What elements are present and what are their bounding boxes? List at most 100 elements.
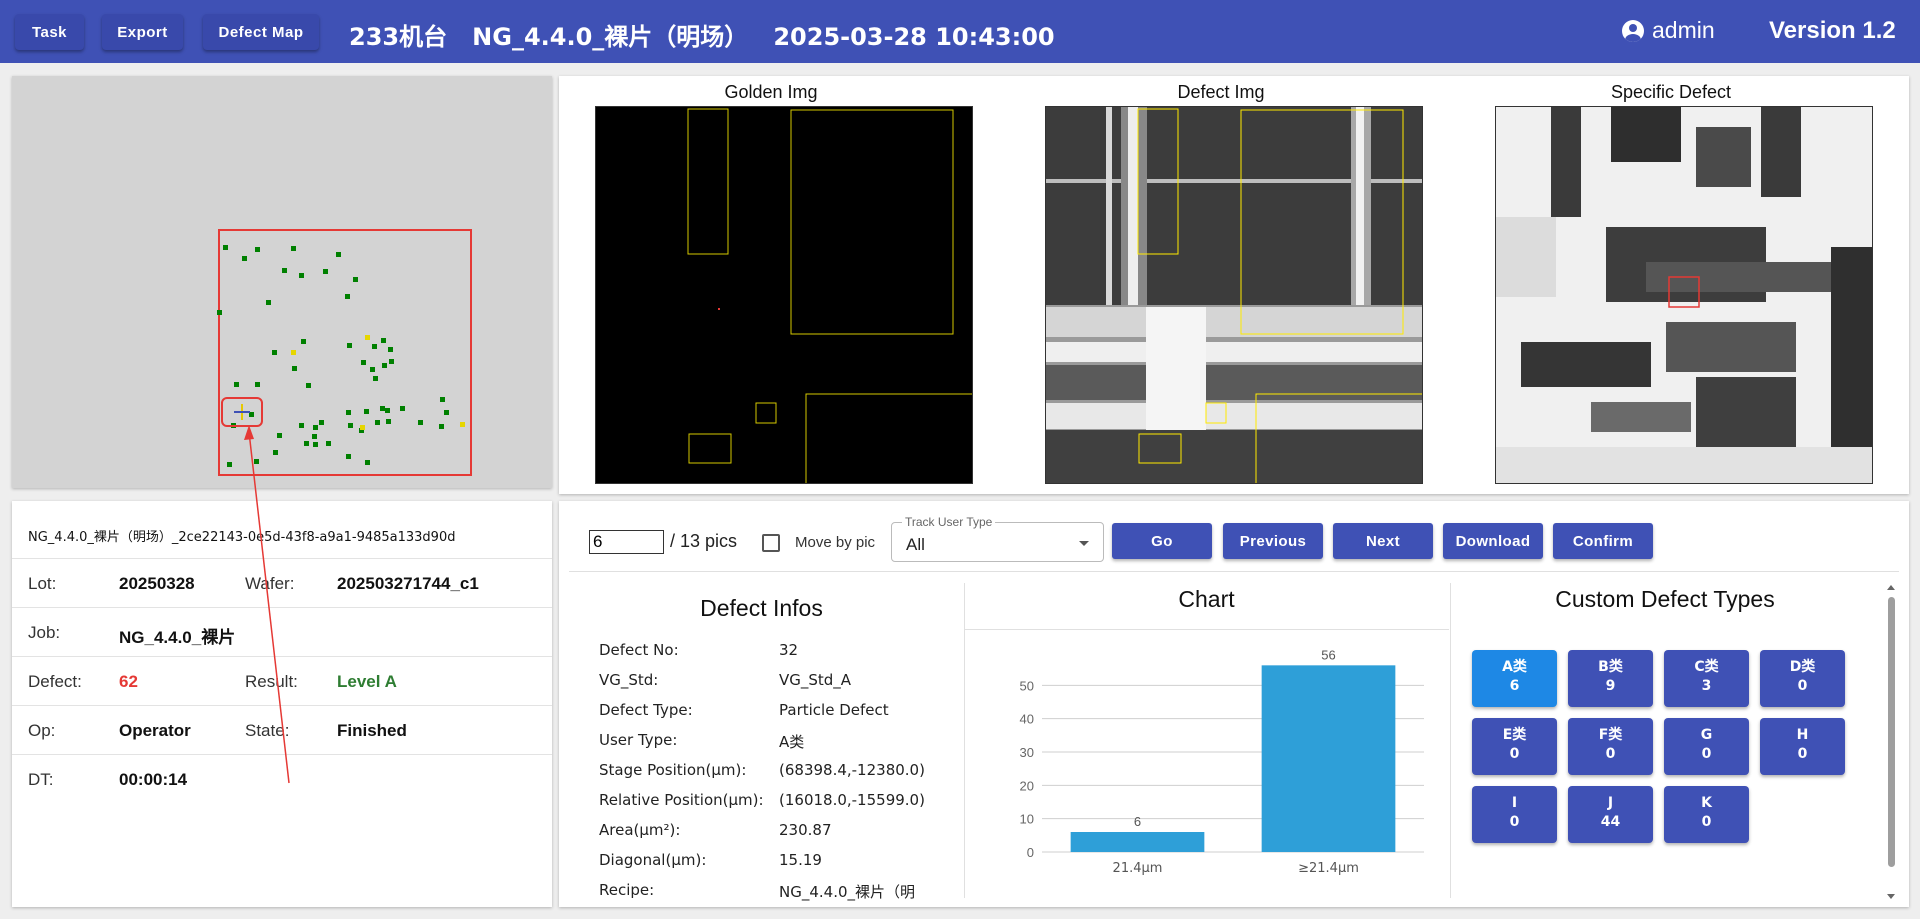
wafer-defect-point: [346, 410, 351, 415]
scroll-thumb[interactable]: [1888, 597, 1895, 867]
scrollbar[interactable]: [1884, 581, 1900, 901]
wafer-defect-point: [353, 277, 358, 282]
wafer-defect-point-highlight: [460, 422, 465, 427]
defect-type-name: F类: [1598, 727, 1623, 743]
version-label: Version 1.2: [1769, 17, 1896, 44]
wafer-defect-point: [381, 338, 386, 343]
move-by-pic-checkbox[interactable]: [762, 534, 780, 552]
custom-defect-types-title: Custom Defect Types: [1555, 586, 1775, 612]
wafer-defect-point: [336, 252, 341, 257]
defect-type-name: H: [1796, 727, 1809, 743]
defect-type-button[interactable]: K0: [1664, 786, 1749, 843]
user-menu[interactable]: admin: [1622, 17, 1715, 44]
job-label: Job:: [28, 623, 61, 642]
download-button[interactable]: Download: [1443, 523, 1543, 559]
defect-type-count: 44: [1600, 814, 1621, 830]
wafer-defect-point-highlight: [365, 335, 370, 340]
wafer-defect-point: [255, 382, 260, 387]
confirm-button[interactable]: Confirm: [1553, 523, 1653, 559]
defect-info-key: Stage Position(μm):: [599, 761, 747, 779]
wafer-defect-point: [361, 360, 366, 365]
wafer-defect-point-highlight: [291, 350, 296, 355]
defect-info-value: (16018.0,-15599.0): [779, 791, 925, 809]
specific-defect-title: Specific Defect: [1610, 82, 1732, 102]
defect-type-button[interactable]: D类 0: [1760, 650, 1845, 707]
defect-type-button[interactable]: B类 9: [1568, 650, 1653, 707]
defect-type-button[interactable]: J 44: [1568, 786, 1653, 843]
defect-type-button[interactable]: A类 6: [1472, 650, 1557, 707]
info-row-op: Op: Operator State: Finished: [12, 705, 552, 754]
lot-label: Lot:: [28, 574, 57, 593]
defect-info-value: VG_Std_A: [779, 671, 852, 689]
defect-type-name: I: [1511, 795, 1518, 811]
wafer-value: 202503271744_c1: [337, 574, 479, 593]
chevron-down-icon: [1079, 541, 1089, 546]
info-row-defect: Defect: 62 Result: Level A: [12, 656, 552, 705]
defect-map-button[interactable]: Defect Map: [203, 14, 319, 50]
chart-title: Chart: [1178, 586, 1235, 612]
defect-type-button[interactable]: F类 0: [1568, 718, 1653, 775]
defect-type-count: 6: [1509, 678, 1520, 694]
wafer-defect-point: [304, 441, 309, 446]
y-tick-label: 30: [1020, 745, 1034, 760]
defect-type-button[interactable]: G0: [1664, 718, 1749, 775]
image-panel: Golden Img Defect Img Specific Defect: [559, 76, 1909, 494]
defect-info-key: Area(μm²):: [599, 821, 681, 839]
scroll-up-icon[interactable]: [1887, 585, 1895, 590]
username: admin: [1652, 17, 1715, 43]
wafer-defect-point: [242, 256, 247, 261]
previous-button[interactable]: Previous: [1223, 523, 1323, 559]
defect-info-value: 32: [779, 641, 799, 659]
defect-type-count: 0: [1701, 814, 1712, 830]
y-tick-label: 50: [1020, 678, 1034, 693]
scroll-down-icon[interactable]: [1887, 894, 1895, 899]
defect-type-count: 0: [1797, 746, 1808, 762]
y-tick-label: 10: [1020, 812, 1034, 827]
defect-record-id: NG_4.4.0_裸片（明场）_2ce22143-0e5d-43f8-a9a1-…: [28, 530, 456, 545]
task-button[interactable]: Task: [15, 14, 84, 50]
wafer-defect-point: [299, 423, 304, 428]
wafer-defect-point: [400, 406, 405, 411]
defect-infos-title: Defect Infos: [700, 595, 823, 621]
wafer-defect-point: [273, 450, 278, 455]
bar: [1070, 832, 1205, 852]
defect-info-value: A类: [779, 733, 805, 751]
wafer-info-panel: NG_4.4.0_裸片（明场）_2ce22143-0e5d-43f8-a9a1-…: [12, 501, 552, 907]
defect-info-value: Particle Defect: [779, 701, 889, 719]
x-tick-label: 21.4μm: [1113, 861, 1163, 876]
track-user-type-select[interactable]: Track User Type All: [891, 515, 1104, 562]
state-value: Finished: [337, 721, 407, 740]
state-label: State:: [245, 721, 290, 740]
defect-label: Defect:: [28, 672, 82, 691]
defect-type-name: K: [1701, 795, 1712, 811]
next-button[interactable]: Next: [1333, 523, 1433, 559]
wafer-defect-point: [346, 454, 351, 459]
export-button[interactable]: Export: [102, 14, 183, 50]
defect-image[interactable]: [1045, 106, 1423, 484]
wafer-defect-points: [217, 245, 465, 467]
defect-type-button[interactable]: E类 0: [1472, 718, 1557, 775]
top-app-bar: Task Export Defect Map 233机台 NG_4.4.0_裸片…: [0, 0, 1920, 63]
op-label: Op:: [28, 721, 56, 740]
defect-type-button[interactable]: I0: [1472, 786, 1557, 843]
bar-value-label: 6: [1134, 814, 1141, 829]
pic-number-input[interactable]: [589, 530, 664, 554]
wafer-defect-point: [364, 409, 369, 414]
wafer-defect-point: [291, 246, 296, 251]
wafer-map[interactable]: [12, 76, 552, 488]
specific-defect-image[interactable]: [1495, 106, 1873, 484]
dt-value: 00:00:14: [119, 770, 188, 789]
wafer-defect-point: [389, 359, 394, 364]
defect-type-button[interactable]: C类 3: [1664, 650, 1749, 707]
defect-info-value: NG_4.4.0_裸片（明: [779, 883, 916, 901]
defect-type-button[interactable]: H0: [1760, 718, 1845, 775]
wafer-defect-point: [292, 366, 297, 371]
go-button[interactable]: Go: [1112, 523, 1212, 559]
defect-type-count: 0: [1509, 746, 1520, 762]
golden-image[interactable]: [595, 106, 973, 484]
wafer-defect-point: [348, 423, 353, 428]
wafer-defect-point: [370, 367, 375, 372]
wafer-defect-point-highlight: [360, 425, 365, 430]
wafer-boundary: [218, 229, 472, 476]
track-user-type-label: Track User Type: [902, 515, 996, 529]
